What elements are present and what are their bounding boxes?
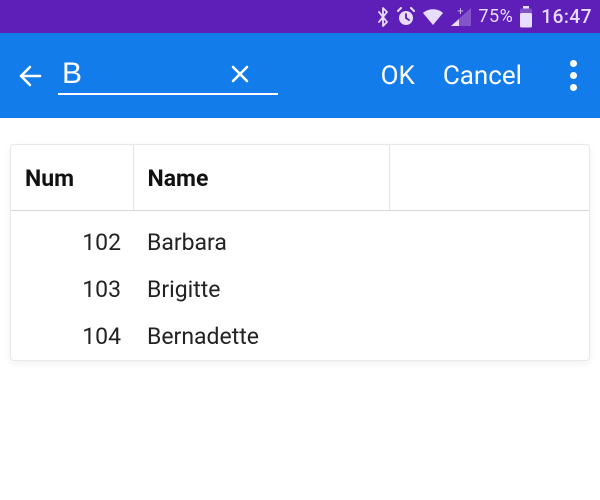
col-header-num[interactable]: Num bbox=[11, 145, 133, 211]
battery-icon bbox=[519, 6, 533, 28]
table-row[interactable]: 104Bernadette bbox=[11, 313, 589, 360]
bluetooth-icon bbox=[376, 7, 390, 27]
status-bar: + 75% 16:47 bbox=[0, 0, 600, 33]
app-bar-actions: OK Cancel bbox=[381, 54, 588, 97]
table-row[interactable]: 102Barbara bbox=[11, 211, 589, 267]
overflow-menu-button[interactable] bbox=[558, 54, 588, 97]
results-table: Num Name 102Barbara103Brigitte104Bernade… bbox=[11, 145, 589, 360]
ok-button[interactable]: OK bbox=[381, 61, 415, 91]
cell-num: 104 bbox=[11, 313, 133, 360]
search-input[interactable] bbox=[60, 57, 220, 91]
cell-name: Barbara bbox=[133, 211, 389, 267]
cell-name: Bernadette bbox=[133, 313, 389, 360]
table-header-row: Num Name bbox=[11, 145, 589, 211]
table-row[interactable]: 103Brigitte bbox=[11, 266, 589, 313]
alarm-icon bbox=[396, 7, 416, 27]
cell-num: 102 bbox=[11, 211, 133, 267]
cell-num: 103 bbox=[11, 266, 133, 313]
back-button[interactable] bbox=[10, 56, 50, 96]
clear-search-button[interactable] bbox=[224, 58, 256, 90]
col-header-name[interactable]: Name bbox=[133, 145, 389, 211]
wifi-icon bbox=[422, 8, 444, 26]
signal-icon: + bbox=[450, 7, 472, 27]
search-field-wrap bbox=[58, 57, 278, 95]
cell-name: Brigitte bbox=[133, 266, 389, 313]
status-clock: 16:47 bbox=[541, 5, 592, 28]
col-header-spacer bbox=[389, 145, 589, 211]
results-card: Num Name 102Barbara103Brigitte104Bernade… bbox=[10, 144, 590, 361]
battery-percent: 75% bbox=[478, 6, 513, 27]
app-bar: OK Cancel bbox=[0, 33, 600, 118]
cancel-button[interactable]: Cancel bbox=[443, 61, 522, 91]
